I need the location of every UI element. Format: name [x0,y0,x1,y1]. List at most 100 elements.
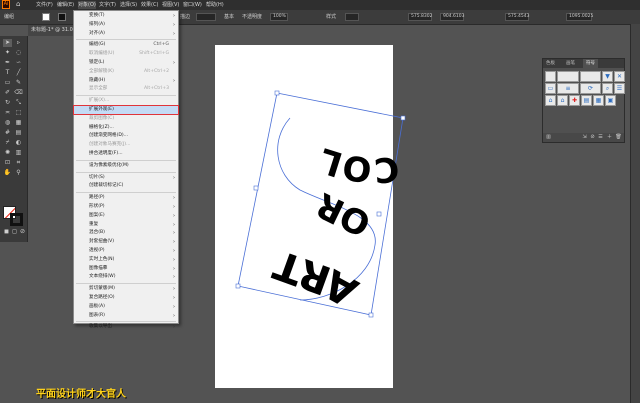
object-menu-item[interactable]: 拼合透明度(F)... [74,150,178,158]
symbol-libraries-icon[interactable]: ▥ [545,134,552,141]
new-symbol-icon[interactable]: ＋ [606,134,613,141]
symbol-swatch[interactable]: ▣ [605,95,616,106]
submenu-arrow-icon: › [173,195,175,202]
symbol-swatch[interactable]: ▭ [545,83,556,94]
panel-tab[interactable]: 色板 [543,59,558,68]
symbol-swatch[interactable]: ▦ [593,95,604,106]
submenu-arrow-icon: › [173,21,175,28]
handle-bottom-right[interactable] [368,312,374,318]
menu-separator [76,321,176,323]
object-menu-item[interactable]: 收集以导出 › [74,323,178,331]
symbol-swatch[interactable]: ⟳ [580,83,601,94]
symbol-swatch[interactable]: ✚ [569,95,580,106]
handle-bottom-left[interactable] [235,283,241,289]
object-menu-item[interactable]: 混合(B) › [74,229,178,237]
object-menu-item[interactable]: 创建对象马赛克(J)... [74,141,178,149]
handle-top-left[interactable] [274,90,280,96]
menu-item-label: 隐藏(H) [89,77,106,83]
object-menu-item[interactable]: 对齐(A) › [74,30,178,38]
symbol-swatch[interactable]: ✕ [614,71,625,82]
object-menu-item[interactable]: 画板(A) › [74,303,178,311]
menu-separator [76,95,176,97]
delete-symbol-icon[interactable]: 🗑 [615,134,622,141]
menu-item-label: 锁定(L) [89,60,105,65]
object-menu-item[interactable]: 封套扭曲(V) › [74,238,178,246]
panel-tabs: 色板 画笔 符号 [543,59,624,68]
art-text-col[interactable]: COL [315,139,401,190]
menu-separator [76,39,176,41]
submenu-arrow-icon: › [173,256,175,263]
object-menu-item[interactable]: 栅格化(Z)... [74,124,178,132]
menu-separator [76,283,176,285]
menu-item-label: 形状(P) [89,204,105,209]
menu-item-label: 扩展外观(E) [89,107,114,112]
menu-item-label: 编组(G) [89,42,106,48]
submenu-arrow-icon: › [173,303,175,310]
symbol-swatch[interactable] [580,71,601,82]
menu-item-label: 路径(P) [89,195,105,201]
object-menu-item[interactable]: 实时上色(N) › [74,256,178,264]
art-text-art[interactable]: ART [265,239,369,317]
object-menu-item[interactable]: 全部解锁(K) Alt+Ctrl+2 [74,68,178,76]
symbol-swatch[interactable]: ☰ [614,83,625,94]
object-menu-item[interactable]: 编组(G) Ctrl+G [74,41,178,49]
menu-item-label: 图案(E) [89,212,105,218]
panel-tab[interactable]: 符号 [583,59,598,68]
menu-separator [76,192,176,194]
object-menu-item[interactable]: 图案(E) › [74,212,178,220]
object-menu-item[interactable]: 排列(A) › [74,21,178,29]
panel-tab[interactable]: 画笔 [563,59,578,68]
object-menu-item[interactable]: 隐藏(H) › [74,77,178,85]
submenu-arrow-icon: › [173,248,175,254]
object-menu-item[interactable]: 复合路径(O) › [74,294,178,302]
object-menu-item[interactable]: 形状(P) › [74,203,178,211]
object-menu-item[interactable]: 切片(S) › [74,174,178,182]
menu-item-label: 显示全部 [89,86,108,92]
menu-item-label: 栅格化(Z)... [89,124,114,130]
symbol-swatch[interactable] [545,71,556,82]
object-menu-item[interactable]: 扩展(X)... [74,97,178,105]
object-menu-item[interactable]: 透视(P) › [74,247,178,255]
submenu-arrow-icon: › [173,324,175,331]
handle-top-right[interactable] [400,115,406,121]
object-menu-item[interactable]: 创建裁切标记(C) [74,182,178,190]
handle-left-mid[interactable] [253,185,259,191]
submenu-arrow-icon: › [173,13,175,19]
menu-item-label: 复合路径(O) [89,295,115,300]
symbol-swatch[interactable]: ▤ [581,95,592,106]
menu-item-label: 透视(P) [89,248,105,253]
object-menu-item[interactable]: 创建渐变网格(D)... [74,132,178,140]
object-menu-item[interactable]: 设为像素级优化(M) [74,162,178,170]
symbol-swatch[interactable]: ⌂ [545,95,556,106]
submenu-arrow-icon: › [173,204,175,210]
menu-item-label: 画板(A) [89,303,105,309]
symbol-swatch[interactable]: ⌂ [557,95,568,106]
object-menu-item[interactable]: 取消编组(U) Shift+Ctrl+G [74,50,178,58]
object-menu-item[interactable]: 图像描摹 › [74,265,178,273]
object-menu-item[interactable]: 锁定(L) › [74,59,178,67]
break-link-icon[interactable]: ⊘ [589,134,596,141]
menu-item-label: 剪切蒙版(M) [89,286,115,292]
object-menu-item[interactable]: 重复 › [74,221,178,229]
object-menu-item[interactable]: 扩展外观(E) [73,105,179,115]
handle-right-mid[interactable] [376,211,382,217]
symbol-options-icon[interactable]: ☰ [597,134,604,141]
menu-item-label: 创建对象马赛克(J)... [89,142,131,148]
object-menu-item[interactable]: 显示全部 Alt+Ctrl+3 [74,85,178,93]
object-menu-item[interactable]: 文本绕排(W) › [74,273,178,281]
symbol-swatch[interactable] [557,71,579,82]
object-menu-item[interactable]: 图表(R) › [74,312,178,320]
object-menu-item[interactable]: 变换(T) › [74,12,178,20]
object-menu-item[interactable]: 裁剪图像(C) [74,115,178,123]
symbol-swatch[interactable]: ⌕ [602,83,613,94]
menu-item-label: 变换(T) [89,13,105,18]
submenu-arrow-icon: › [173,295,175,301]
symbol-swatch[interactable]: ≡ [557,83,579,94]
symbol-swatch[interactable]: ▼ [602,71,613,82]
submenu-arrow-icon: › [173,239,175,246]
object-menu-item[interactable]: 路径(P) › [74,194,178,202]
menu-item-label: 全部解锁(K) [89,68,114,74]
place-symbol-icon[interactable]: ⇲ [581,134,588,141]
object-menu-item[interactable]: 剪切蒙版(M) › [74,285,178,293]
art-text-or[interactable]: OR [310,184,377,244]
